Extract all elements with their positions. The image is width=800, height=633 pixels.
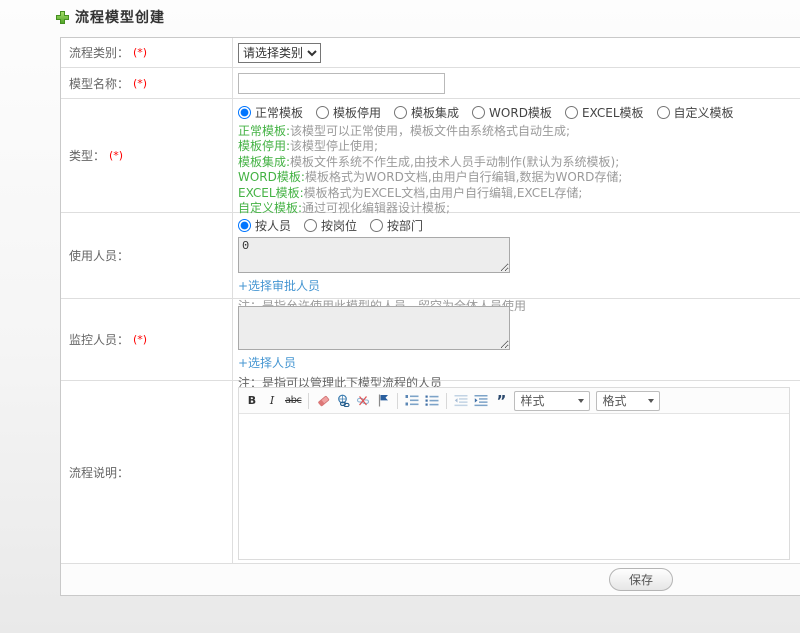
type-desc-normal: 正常模板:该模型可以正常使用，模板文件由系统格式自动生成; [238,124,571,138]
flag-icon[interactable] [376,392,390,410]
styles-combo[interactable]: 样式 [514,390,591,411]
users-radio-group: 按人员 按岗位 按部门 [238,217,800,234]
monitor-textarea[interactable] [238,306,510,350]
type-desc-excel: EXCEL模板:模板格式为EXCEL文档,由用户自行编辑,EXCEL存储; [238,185,583,200]
ordered-list-icon[interactable] [405,392,419,410]
indent-icon[interactable] [474,392,488,410]
format-combo-label: 格式 [602,394,627,408]
type-radio-word[interactable] [472,106,486,119]
strikethrough-button[interactable]: abc [285,392,302,410]
type-radio-custom[interactable] [656,106,670,119]
type-radio-disabled[interactable] [316,106,330,119]
model-name-label: 模型名称： [69,76,130,91]
bullet-list-icon[interactable] [425,392,439,410]
users-radio-person[interactable] [238,219,251,232]
toolbar-separator [446,392,448,409]
page-title: 流程模型创建 [55,7,165,27]
type-option-word[interactable]: WORD模板 [472,104,552,121]
category-required-mark: (*) [133,46,148,59]
chevron-down-icon [648,398,655,403]
blockquote-button[interactable]: ” [494,392,508,410]
users-option-person[interactable]: 按人员 [238,217,291,234]
select-monitor-link[interactable]: +选择人员 [238,354,296,371]
users-label: 使用人员： [69,249,130,263]
users-option-position[interactable]: 按岗位 [304,217,357,234]
bold-button[interactable]: B [245,392,259,410]
row-category: 流程类别： (*) 请选择类别 [61,38,800,68]
italic-button[interactable]: I [265,392,279,410]
category-label: 流程类别： [69,46,130,60]
format-combo[interactable]: 格式 [596,390,661,411]
monitor-label: 监控人员： [69,333,130,347]
plus-icon [55,10,70,25]
type-option-normal[interactable]: 正常模板 [238,104,303,121]
type-desc-word: WORD模板:模板格式为WORD文档,由用户自行编辑,数据为WORD存储; [238,170,623,185]
process-model-form: 流程类别： (*) 请选择类别 模型名称： (*) 类型： (*) 正常模板 模… [60,37,800,596]
monitor-required-mark: (*) [133,333,148,346]
page-title-text: 流程模型创建 [75,10,165,26]
select-approvers-link[interactable]: +选择审批人员 [238,277,320,294]
type-option-integrated[interactable]: 模板集成 [394,104,459,121]
link-icon[interactable] [336,392,351,410]
description-label: 流程说明： [69,465,130,480]
type-desc-disabled: 模板停用:该模型停止使用; [238,139,379,154]
type-option-custom[interactable]: 自定义模板 [656,104,734,121]
type-descriptions: 正常模板:该模型可以正常使用，模板文件由系统格式自动生成; 模板停用:该模型停止… [238,124,800,216]
row-description: 流程说明： B I abc ” 样式 格式 [61,381,800,564]
type-radio-normal[interactable] [238,106,251,119]
row-save: 保存 [61,564,800,595]
editor-content-area[interactable] [239,414,789,559]
row-users: 使用人员： 按人员 按岗位 按部门 0 +选择审批人员 注：是指允许使用此模型的… [61,213,800,313]
type-desc-integrated: 模板集成:模板文件系统不作生成,由技术人员手动制作(默认为系统模板); [238,154,620,169]
model-name-input[interactable] [238,72,445,94]
row-monitor: 监控人员： (*) +选择人员 注：是指可以管理此下模型流程的人员 [61,299,800,390]
type-option-excel[interactable]: EXCEL模板 [564,104,644,121]
users-radio-position[interactable] [304,219,318,232]
type-radio-group: 正常模板 模板停用 模板集成 WORD模板 EXCEL模板 自定义模板 [238,99,800,121]
rich-text-editor: B I abc ” 样式 格式 [238,387,790,560]
type-label: 类型： [69,149,106,163]
users-radio-department[interactable] [370,219,384,232]
type-radio-excel[interactable] [564,106,578,119]
outdent-icon[interactable] [454,392,468,410]
row-model-name: 模型名称： (*) [61,68,800,99]
users-option-department[interactable]: 按部门 [370,217,423,234]
save-button[interactable]: 保存 [609,568,673,591]
type-radio-integrated[interactable] [394,106,408,119]
toolbar-separator [308,392,310,409]
type-required-mark: (*) [109,149,124,162]
unlink-icon[interactable] [356,392,370,410]
category-select[interactable]: 请选择类别 [238,42,321,63]
model-name-required-mark: (*) [133,76,148,90]
toolbar-separator [397,392,399,409]
type-option-disabled[interactable]: 模板停用 [316,104,381,121]
chevron-down-icon [578,398,585,403]
row-type: 类型： (*) 正常模板 模板停用 模板集成 WORD模板 EXCEL模板 自定… [61,99,800,216]
remove-format-icon[interactable] [316,392,330,410]
users-textarea[interactable]: 0 [238,237,510,273]
editor-toolbar: B I abc ” 样式 格式 [239,388,789,414]
styles-combo-label: 样式 [520,394,545,408]
